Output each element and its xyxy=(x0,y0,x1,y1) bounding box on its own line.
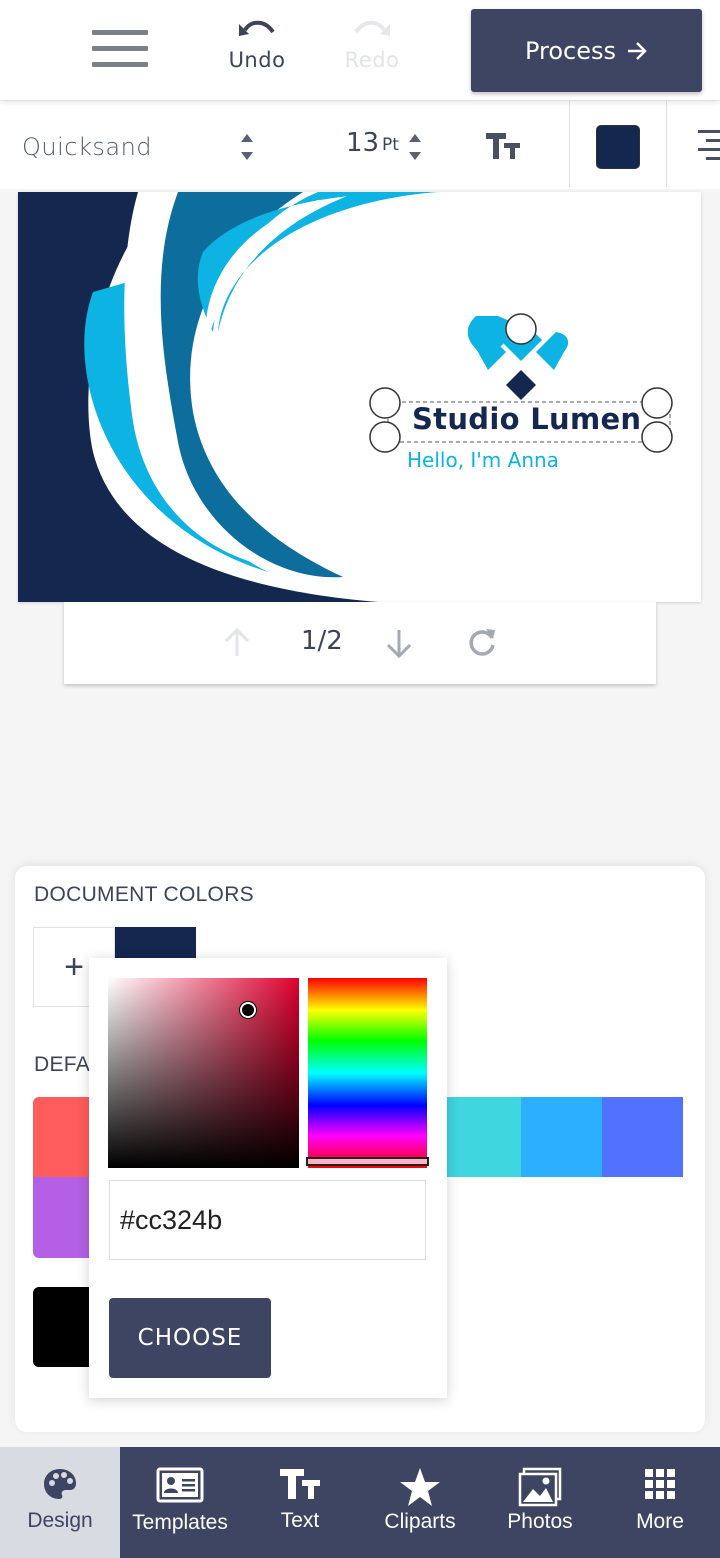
nav-label: Photos xyxy=(507,1510,573,1533)
company-name-text[interactable]: Studio Lumen xyxy=(412,402,641,436)
business-card-canvas[interactable]: Studio Lumen Hello, I'm Anna xyxy=(18,192,701,602)
text-color-swatch[interactable] xyxy=(596,125,640,169)
hue-handle[interactable] xyxy=(306,1157,429,1166)
palette-icon xyxy=(44,1469,76,1499)
font-size-value[interactable]: 13 xyxy=(346,128,379,158)
undo-button[interactable]: Undo xyxy=(207,0,307,90)
arrow-down-icon[interactable] xyxy=(384,628,414,660)
default-color-swatch[interactable] xyxy=(602,1097,683,1177)
redo-button[interactable]: Redo xyxy=(322,0,422,90)
arrow-up-icon[interactable] xyxy=(222,626,252,658)
page-indicator: 1/2 xyxy=(301,626,343,656)
hue-slider[interactable] xyxy=(308,978,427,1168)
nav-cliparts[interactable]: Cliparts xyxy=(360,1447,480,1558)
process-button[interactable]: Process xyxy=(471,9,702,92)
size-stepper-icon[interactable] xyxy=(408,134,422,160)
star-icon xyxy=(400,1468,440,1506)
default-color-swatch[interactable] xyxy=(33,1177,93,1258)
nav-label: Templates xyxy=(132,1511,228,1534)
toolbar-divider xyxy=(569,101,570,187)
default-colors-title: DEFA xyxy=(34,1053,91,1076)
nav-label: More xyxy=(636,1510,684,1533)
top-toolbar: Undo Redo Process xyxy=(0,0,720,100)
font-family-select[interactable]: Quicksand xyxy=(22,125,262,169)
choose-label: CHOOSE xyxy=(137,1325,243,1351)
nav-photos[interactable]: Photos xyxy=(480,1447,600,1558)
refresh-icon[interactable] xyxy=(466,626,498,658)
nav-label: Design xyxy=(27,1509,93,1532)
process-label: Process xyxy=(524,36,617,65)
default-color-swatch[interactable] xyxy=(33,1287,93,1367)
default-color-swatch[interactable] xyxy=(33,1097,93,1177)
toolbar-divider xyxy=(666,101,667,187)
select-updown-icon xyxy=(240,134,254,160)
resize-handle[interactable] xyxy=(641,387,673,419)
saturation-handle[interactable] xyxy=(240,1002,256,1018)
font-family-value: Quicksand xyxy=(22,133,153,161)
saturation-area[interactable] xyxy=(108,978,299,1168)
text-size-icon[interactable] xyxy=(484,131,522,161)
undo-label: Undo xyxy=(228,48,286,72)
default-color-swatch[interactable] xyxy=(521,1097,602,1177)
resize-handle[interactable] xyxy=(641,421,673,453)
nav-label: Cliparts xyxy=(384,1510,456,1533)
image-icon xyxy=(518,1467,562,1507)
font-size-unit: Pt xyxy=(382,135,399,155)
greeting-text[interactable]: Hello, I'm Anna xyxy=(407,448,559,472)
default-color-swatch[interactable] xyxy=(440,1097,521,1177)
rotate-handle[interactable] xyxy=(505,313,537,345)
resize-handle[interactable] xyxy=(369,387,401,419)
hamburger-menu-icon[interactable] xyxy=(88,26,152,72)
bottom-navigation: Design Templates Text Cliparts Photos Mo… xyxy=(0,1447,720,1558)
grid-icon xyxy=(645,1469,675,1499)
undo-icon xyxy=(239,20,275,36)
id-card-icon xyxy=(156,1467,204,1503)
nav-label: Text xyxy=(280,1509,320,1532)
arrow-right-icon xyxy=(628,41,647,60)
nav-text[interactable]: Text xyxy=(240,1447,360,1558)
nav-more[interactable]: More xyxy=(600,1447,720,1558)
add-label: + xyxy=(64,947,84,986)
align-right-icon[interactable] xyxy=(698,128,720,164)
choose-button[interactable]: CHOOSE xyxy=(109,1298,271,1378)
hex-color-input[interactable] xyxy=(109,1180,426,1260)
card-artwork xyxy=(18,192,701,602)
redo-icon xyxy=(354,20,390,36)
document-colors-title: DOCUMENT COLORS xyxy=(34,883,254,906)
redo-label: Redo xyxy=(344,48,400,72)
nav-design[interactable]: Design xyxy=(0,1447,120,1558)
page-navigator: 1/2 xyxy=(64,602,656,684)
text-icon xyxy=(280,1469,320,1499)
resize-handle[interactable] xyxy=(369,421,401,453)
nav-templates[interactable]: Templates xyxy=(120,1447,240,1558)
